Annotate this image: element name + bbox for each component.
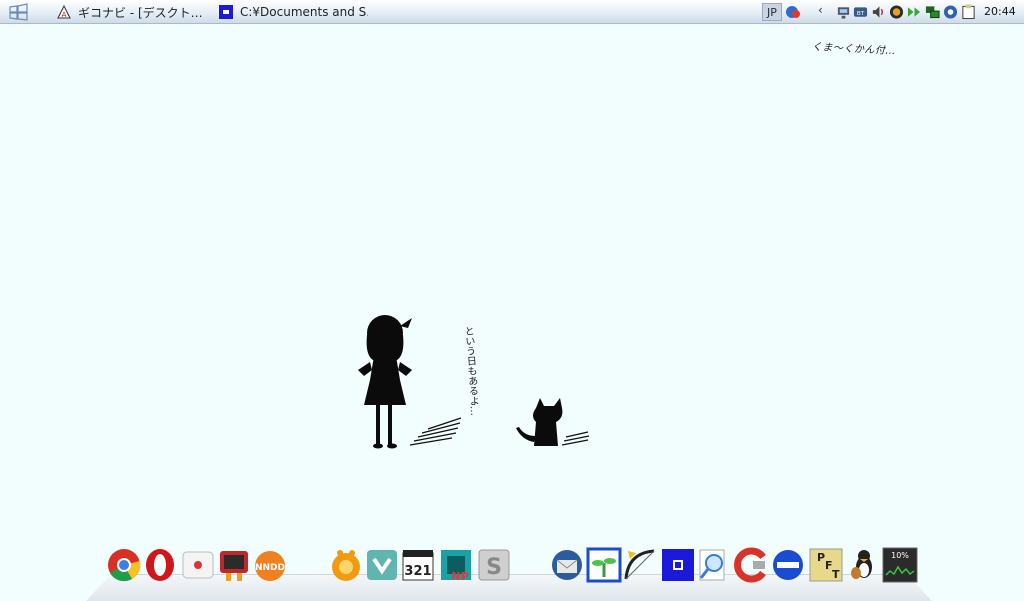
security-icon[interactable] <box>943 4 958 20</box>
cat-shadow <box>561 431 590 446</box>
sticky-note-icon <box>182 551 214 579</box>
dock-cpu-monitor[interactable]: 10% <box>882 547 918 585</box>
display-icon[interactable] <box>925 4 940 20</box>
bow-icon <box>624 549 655 580</box>
media-icon[interactable] <box>889 4 904 20</box>
notepad-np-icon: NP <box>441 550 471 583</box>
handwritten-note: くま〜くかん付… <box>811 41 897 58</box>
dock-chrome[interactable] <box>106 547 142 585</box>
thunderbird-icon <box>552 550 582 580</box>
svg-text:T: T <box>832 568 840 581</box>
tv-robot-icon <box>220 551 248 581</box>
dock-blue-square[interactable] <box>660 547 696 585</box>
magnifier-icon <box>699 549 725 581</box>
dock-sticky-note[interactable] <box>180 547 216 585</box>
ccleaner-icon <box>734 547 766 583</box>
dock-nndd[interactable]: NNDD <box>252 547 288 585</box>
cpu-monitor-icon: 10% <box>882 547 918 583</box>
volume-icon[interactable] <box>871 4 886 20</box>
girl-silhouette <box>358 315 412 449</box>
chrome-icon <box>108 549 141 582</box>
sprout-icon <box>586 547 622 583</box>
svg-text:A: A <box>62 11 67 19</box>
dock-opera[interactable] <box>142 547 178 585</box>
clipboard-icon[interactable] <box>961 4 976 20</box>
dock-no-entry[interactable] <box>770 547 806 585</box>
dock-tux-guitar[interactable] <box>846 547 882 585</box>
bluetooth-icon[interactable]: BT <box>853 4 868 20</box>
ime-language-icon[interactable] <box>785 4 801 20</box>
svg-text:P: P <box>817 551 825 564</box>
dock-pft[interactable]: P F T <box>808 547 844 585</box>
dock-notepad-np[interactable]: NP <box>438 547 474 585</box>
dock-calendar-321[interactable]: 321 <box>400 547 436 585</box>
nndd-icon: NNDD <box>255 551 285 581</box>
dock-tiles-app[interactable] <box>364 547 400 585</box>
svg-text:S: S <box>486 555 502 580</box>
pft-icon: P F T <box>809 548 843 582</box>
taskbar-item-explorer[interactable]: C:¥Documents and S… <box>218 2 368 22</box>
taskbar-item-gikonavi[interactable]: A ギコナビ - [デスクト… <box>56 2 206 22</box>
no-entry-icon <box>773 550 803 580</box>
svg-text:BT: BT <box>857 11 865 17</box>
wallpaper-silhouette <box>358 315 590 449</box>
dock-ccleaner[interactable] <box>733 547 769 585</box>
tux-guitar-icon <box>851 550 872 579</box>
gikonavi-icon: A <box>57 4 71 19</box>
clock[interactable]: 20:44 <box>984 5 1016 18</box>
dock-thunderbird[interactable] <box>549 547 585 585</box>
forward-icon[interactable] <box>907 4 922 20</box>
cat-silhouette <box>516 398 563 446</box>
dock-orange-app[interactable] <box>328 547 364 585</box>
taskbar-item-label: ギコナビ - [デスクト… <box>78 5 203 20</box>
dock-bow[interactable] <box>622 547 658 585</box>
taskbar: A ギコナビ - [デスクト… C:¥Documents and S… JP ‹… <box>0 0 1024 24</box>
s-app-icon: S <box>478 549 510 581</box>
svg-text:321: 321 <box>404 564 431 579</box>
dock-tv-robot[interactable] <box>216 547 252 585</box>
tiles-icon <box>367 550 397 580</box>
calendar-321-icon: 321 <box>402 550 434 581</box>
dock-magnifier[interactable] <box>696 547 732 585</box>
taskbar-item-label: C:¥Documents and S… <box>240 5 368 19</box>
tray-expand-icon[interactable]: ‹ <box>818 3 823 17</box>
svg-text:NP: NP <box>451 570 468 583</box>
girl-shadow <box>409 417 462 446</box>
app-orange-icon <box>332 550 360 581</box>
ime-indicator[interactable]: JP <box>762 3 782 21</box>
blue-square-icon <box>662 549 694 581</box>
start-button[interactable] <box>8 3 30 21</box>
network-icon[interactable] <box>836 4 851 20</box>
cpu-usage-label: 10% <box>891 551 909 560</box>
folder-window-icon <box>219 5 233 19</box>
opera-icon <box>146 549 174 581</box>
svg-text:NNDD: NNDD <box>255 563 285 573</box>
dock-sprout[interactable] <box>586 547 622 585</box>
windows-flag-icon <box>9 3 28 21</box>
dock-s-app[interactable]: S <box>476 547 512 585</box>
